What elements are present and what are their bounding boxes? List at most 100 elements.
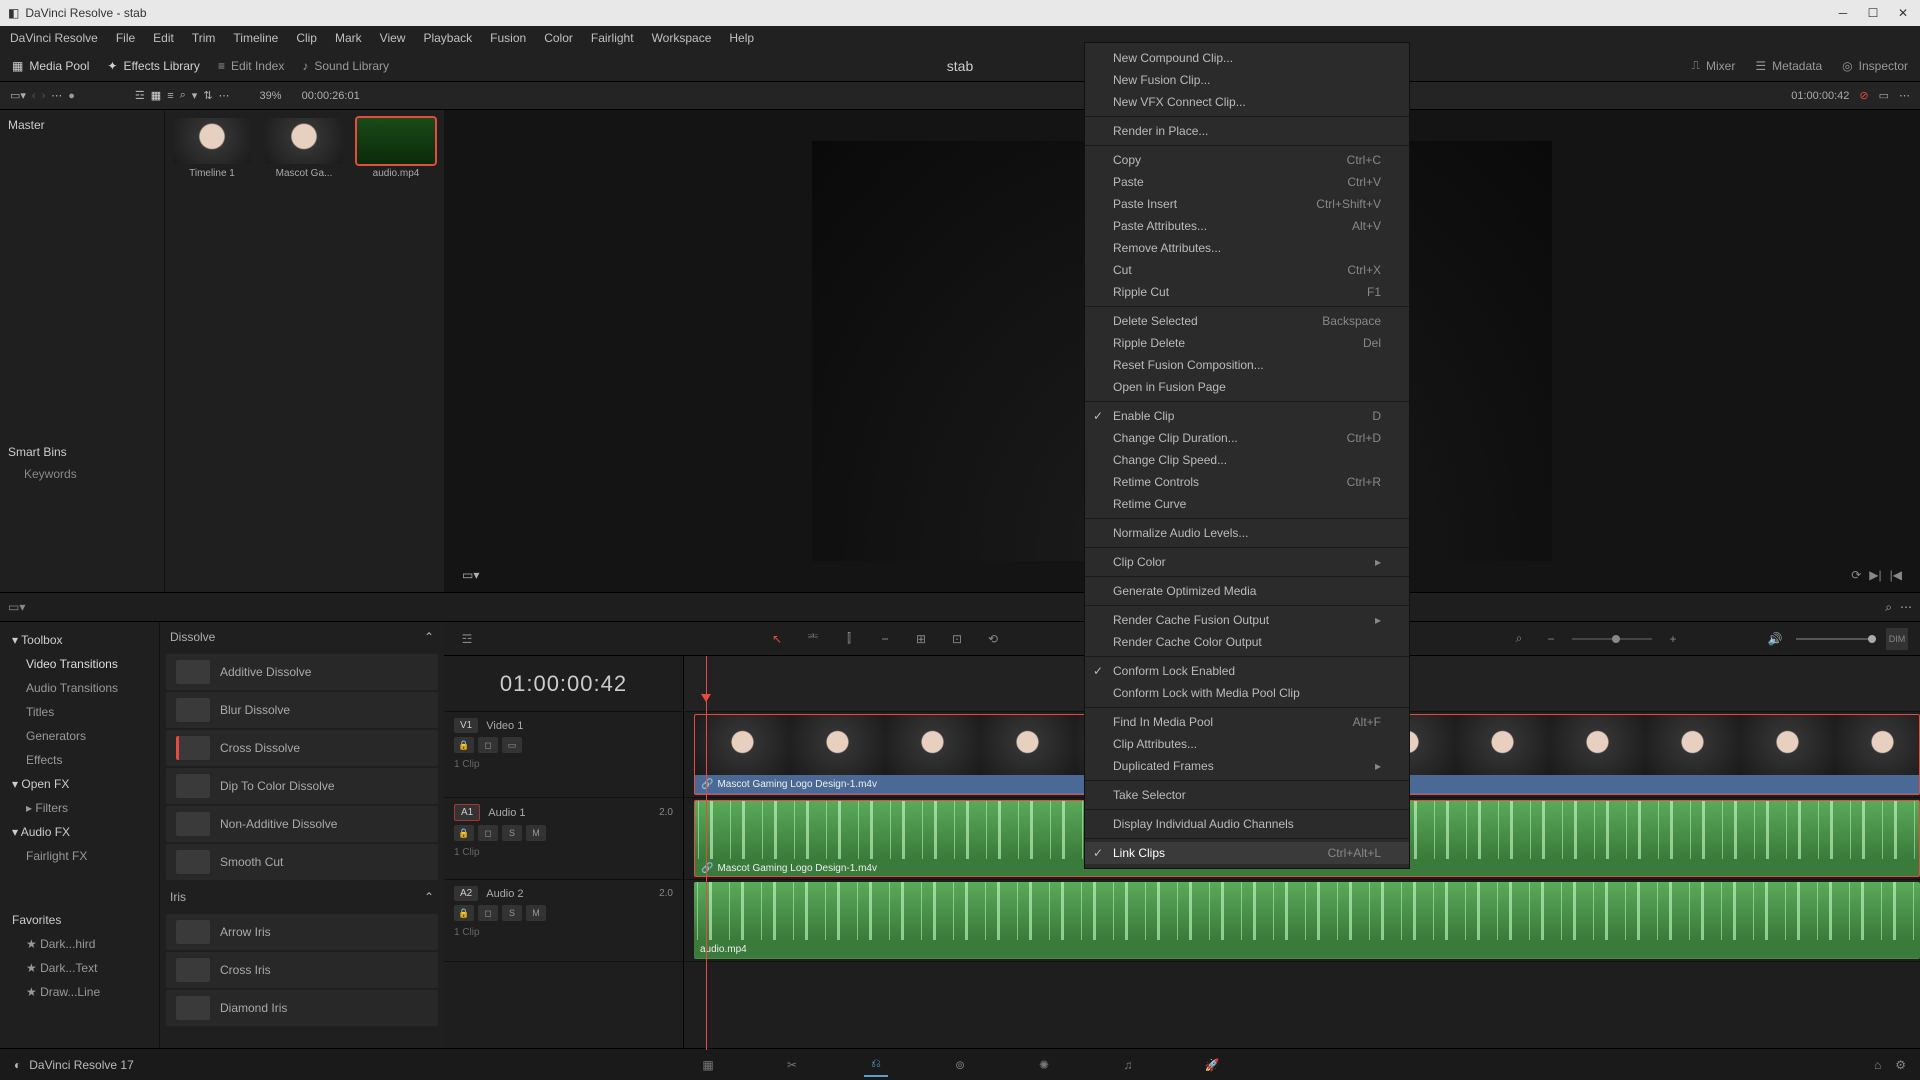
non-additive-dissolve[interactable]: Non-Additive Dissolve [166,806,438,842]
a2-mute-button[interactable]: M [526,905,546,921]
fairlightfx-item[interactable]: Fairlight FX [0,844,159,868]
menu-trim[interactable]: Trim [192,31,216,45]
ctx-normalize-audio-levels-[interactable]: Normalize Audio Levels... [1085,522,1409,544]
dissolve-header[interactable]: Dissolve⌃ [160,622,444,652]
color-page-icon[interactable]: ✺ [1032,1053,1056,1077]
thumb-view-icon[interactable]: ▦ [151,89,161,102]
a2-auto-icon[interactable]: ◻ [478,905,498,921]
ctx-new-vfx-connect-clip-[interactable]: New VFX Connect Clip... [1085,91,1409,113]
match-frame-icon[interactable]: ▶| [1869,568,1881,582]
ctx-take-selector[interactable]: Take Selector [1085,784,1409,806]
ctx-enable-clip[interactable]: ✓Enable ClipD [1085,405,1409,427]
ctx-reset-fusion-composition-[interactable]: Reset Fusion Composition... [1085,354,1409,376]
ctx-link-clips[interactable]: ✓Link ClipsCtrl+Alt+L [1085,842,1409,864]
sound-library-toggle[interactable]: ♪ Sound Library [302,59,389,73]
blur-dissolve[interactable]: Blur Dissolve [166,692,438,728]
timeline-timecode[interactable]: 01:00:00:42 [444,656,683,712]
ctx-duplicated-frames[interactable]: Duplicated Frames▸ [1085,755,1409,777]
ctx-open-in-fusion-page[interactable]: Open in Fusion Page [1085,376,1409,398]
media-pool-toggle[interactable]: ▦ Media Pool [12,59,89,73]
ctx-change-clip-duration-[interactable]: Change Clip Duration...Ctrl+D [1085,427,1409,449]
ctx-paste-insert[interactable]: Paste InsertCtrl+Shift+V [1085,193,1409,215]
menu-timeline[interactable]: Timeline [233,31,278,45]
volume-icon[interactable]: 🔊 [1764,628,1786,650]
ctx-conform-lock-with-media-pool-clip[interactable]: Conform Lock with Media Pool Clip [1085,682,1409,704]
volume-slider[interactable] [1796,638,1876,640]
smooth-cut[interactable]: Smooth Cut [166,844,438,880]
a2-lane[interactable]: audio.mp4 [684,880,1920,962]
mixer-toggle[interactable]: ⎍Mixer [1692,58,1736,73]
selection-tool-icon[interactable]: ↖ [766,628,788,650]
v1-auto-icon[interactable]: ◻ [478,737,498,753]
additive-dissolve[interactable]: Additive Dissolve [166,654,438,690]
a2-header[interactable]: A2Audio 22.0 🔒◻SM 1 Clip [444,880,683,962]
zoom-in-icon[interactable]: + [1662,628,1684,650]
dropdown-icon[interactable]: ▾ [192,89,198,102]
viewer-options-icon[interactable]: ⋯ [1899,89,1910,102]
replace-icon[interactable]: ⟲ [982,628,1004,650]
menu-fusion[interactable]: Fusion [490,31,526,45]
video-transitions-item[interactable]: Video Transitions [0,652,159,676]
inspector-toggle[interactable]: ◎Inspector [1842,58,1908,73]
search-icon[interactable]: ⌕ [180,89,186,102]
settings-icon[interactable]: ⚙ [1895,1058,1906,1072]
zoom-slider[interactable] [1572,638,1652,640]
maximize-button[interactable]: ☐ [1864,4,1882,22]
a1-lock-icon[interactable]: 🔒 [454,825,474,841]
fav-2[interactable]: ★ Dark...Text [0,956,159,980]
ctx-find-in-media-pool[interactable]: Find In Media PoolAlt+F [1085,711,1409,733]
insert-icon[interactable]: ⊞ [910,628,932,650]
ctx-copy[interactable]: CopyCtrl+C [1085,149,1409,171]
more-icon[interactable]: ⋯ [51,89,62,102]
effects-item[interactable]: Effects [0,748,159,772]
bypass-icon[interactable]: ⊘ [1859,89,1868,102]
menu-mark[interactable]: Mark [335,31,362,45]
viewer-zoom[interactable]: 39% [260,90,282,102]
clip-audio[interactable]: audio.mp4 [357,118,435,179]
a1-auto-icon[interactable]: ◻ [478,825,498,841]
smart-bins-header[interactable]: Smart Bins [8,445,93,459]
search-timeline-icon[interactable]: ⌕ [1508,628,1530,650]
home-icon[interactable]: ⌂ [1874,1058,1881,1072]
ctx-new-compound-clip-[interactable]: New Compound Clip... [1085,47,1409,69]
menu-view[interactable]: View [380,31,406,45]
sort-icon[interactable]: ⇅ [203,89,212,102]
v1-header[interactable]: V1Video 1 🔒◻▭ 1 Clip [444,712,683,798]
ctx-change-clip-speed-[interactable]: Change Clip Speed... [1085,449,1409,471]
ctx-retime-curve[interactable]: Retime Curve [1085,493,1409,515]
metadata-toggle[interactable]: ☰Metadata [1755,58,1822,73]
ctx-remove-attributes-[interactable]: Remove Attributes... [1085,237,1409,259]
dynamic-trim-icon[interactable]: ⫿ [838,628,860,650]
keywords-bin[interactable]: Keywords [8,459,93,489]
fusion-page-icon[interactable]: ⊚ [948,1053,972,1077]
menu-workspace[interactable]: Workspace [652,31,712,45]
effects-options-icon[interactable]: ⋯ [1900,600,1912,615]
menu-davinci[interactable]: DaVinci Resolve [10,31,98,45]
ctx-ripple-cut[interactable]: Ripple CutF1 [1085,281,1409,303]
nav-back-icon[interactable]: ‹ [32,90,36,102]
minimize-button[interactable]: ─ [1834,4,1852,22]
fav-1[interactable]: ★ Dark...hird [0,932,159,956]
ctx-clip-attributes-[interactable]: Clip Attributes... [1085,733,1409,755]
next-clip-icon[interactable]: |◀ [1890,568,1902,582]
fav-3[interactable]: ★ Draw...Line [0,980,159,1004]
audiofx-category[interactable]: ▾ Audio FX [0,820,159,844]
ctx-display-individual-audio-channels[interactable]: Display Individual Audio Channels [1085,813,1409,835]
a1-header[interactable]: A1Audio 12.0 🔒◻SM 1 Clip [444,798,683,880]
menu-help[interactable]: Help [729,31,754,45]
ctx-retime-controls[interactable]: Retime ControlsCtrl+R [1085,471,1409,493]
dim-button[interactable]: DIM [1886,628,1908,650]
loop-icon[interactable]: ⟳ [1851,568,1861,582]
close-button[interactable]: ✕ [1894,4,1912,22]
menu-color[interactable]: Color [544,31,573,45]
edit-index-toggle[interactable]: ≡ Edit Index [218,59,284,73]
audio-transitions-item[interactable]: Audio Transitions [0,676,159,700]
ctx-render-cache-fusion-output[interactable]: Render Cache Fusion Output▸ [1085,609,1409,631]
v1-lock-icon[interactable]: 🔒 [454,737,474,753]
openfx-category[interactable]: ▾ Open FX [0,772,159,796]
generators-item[interactable]: Generators [0,724,159,748]
clip-timeline1[interactable]: Timeline 1 [173,118,251,179]
filters-item[interactable]: ▸ Filters [0,796,159,820]
overwrite-icon[interactable]: ⊡ [946,628,968,650]
menu-edit[interactable]: Edit [153,31,174,45]
